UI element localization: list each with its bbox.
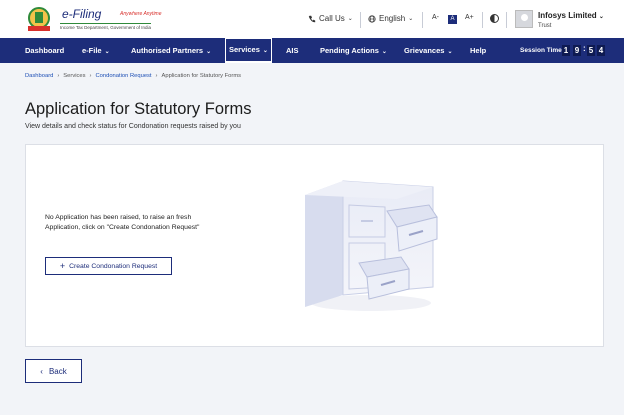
chevron-down-icon: ⌄ [347,16,353,22]
language-selector[interactable]: English ⌄ [368,14,413,23]
breadcrumb: Dashboard › Services › Condonation Reque… [25,73,241,79]
cabinet-illustration [305,180,438,311]
page-title: Application for Statutory Forms [25,100,252,118]
chevron-right-icon: › [155,73,158,79]
top-header: e-Filing Anywhere Anytime Income Tax Dep… [0,0,624,38]
chevron-down-icon: ⌄ [447,49,453,55]
divider [506,12,507,28]
nav-authorised-partners[interactable]: Authorised Partners ⌄ [131,38,211,63]
logo-title: e-Filing [62,7,102,21]
nav-services[interactable]: Services ⌄ [225,38,272,63]
nav-help[interactable]: Help [470,38,486,63]
phone-icon [308,15,316,22]
session-colon: : [583,44,586,53]
plus-icon: + [59,261,66,271]
globe-icon [368,14,376,23]
chevron-down-icon: ⌄ [598,14,604,20]
session-digit: 1 [562,45,570,56]
chevron-right-icon: › [57,73,60,79]
contrast-icon[interactable] [490,14,499,23]
emblem-icon [28,7,50,31]
main-nav: Dashboard e-File ⌄ Authorised Partners ⌄ S… [0,38,624,63]
session-digit: 5 [587,45,595,56]
create-condonation-request-button[interactable]: + Create Condonation Request [45,257,172,275]
user-role: Trust [538,23,552,29]
font-decrease-button[interactable]: A- [432,14,439,21]
nav-pending-actions[interactable]: Pending Actions ⌄ [320,38,387,63]
avatar[interactable] [515,10,533,28]
chevron-down-icon: ⌄ [262,48,268,54]
nav-ais[interactable]: AIS [286,38,299,63]
page-subtitle: View details and check status for Condon… [25,123,241,130]
empty-state-card: No Application has been raised, to raise… [25,144,604,347]
session-digit: 4 [597,45,605,56]
font-normal-button[interactable]: A [448,15,457,24]
divider [360,12,361,28]
back-button[interactable]: ‹ Back [25,359,82,383]
session-time-label: Session Time [520,47,562,54]
breadcrumb-current: Application for Statutory Forms [161,73,242,79]
divider [422,12,423,28]
create-button-label: Create Condonation Request [69,262,158,270]
nav-efile[interactable]: e-File ⌄ [82,38,110,63]
user-name[interactable]: Infosys Limited ⌄ [538,11,604,20]
chevron-down-icon: ⌄ [206,49,212,55]
chevron-down-icon: ⌄ [104,49,110,55]
language-label: English [379,14,406,23]
empty-state-message: No Application has been raised, to raise… [45,214,200,231]
logo-tagline: Anywhere Anytime [120,11,162,17]
nav-grievances[interactable]: Grievances ⌄ [404,38,452,63]
divider [482,12,483,28]
back-label: Back [48,366,67,376]
breadcrumb-condonation-request[interactable]: Condonation Request [95,73,151,79]
breadcrumb-services: Services [63,73,86,79]
call-us-label: Call Us [319,14,345,23]
chevron-right-icon: › [89,73,92,79]
session-digit: 9 [573,45,581,56]
chevron-down-icon: ⌄ [381,49,387,55]
efiling-logo[interactable]: e-Filing Anywhere Anytime Income Tax Dep… [24,5,162,33]
nav-dashboard[interactable]: Dashboard [25,38,64,63]
logo-subtitle: Income Tax Department, Government of Ind… [60,23,151,30]
font-increase-button[interactable]: A+ [465,14,474,21]
chevron-left-icon: ‹ [40,366,43,376]
breadcrumb-dashboard[interactable]: Dashboard [25,73,53,79]
call-us-menu[interactable]: Call Us ⌄ [308,14,353,23]
chevron-down-icon: ⌄ [408,16,414,22]
